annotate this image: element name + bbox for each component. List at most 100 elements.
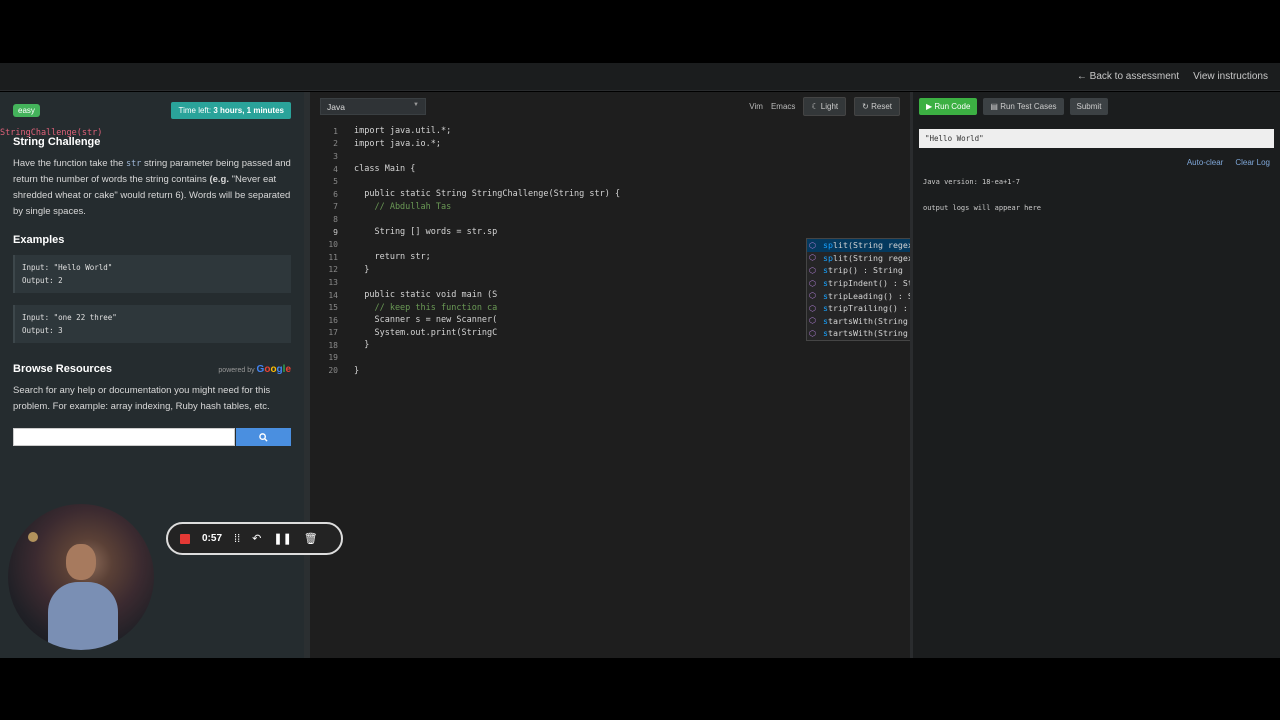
trash-icon[interactable]: 🗑 (304, 532, 318, 545)
code-line[interactable]: 7 // Abdullah Tas (310, 201, 910, 214)
line-number: 9 (333, 227, 338, 237)
code-line[interactable]: 6 public static String StringChallenge(S… (310, 188, 910, 201)
line-number: 18 (328, 340, 338, 350)
grid-icon[interactable]: ⁞⁞ (234, 533, 240, 545)
moon-icon: ☾ (811, 101, 821, 111)
code-line[interactable]: 1 import java.util.*; (310, 125, 910, 138)
reset-button[interactable]: ↻ Reset (854, 96, 900, 116)
line-number: 11 (328, 252, 338, 262)
reset-label: Reset (871, 101, 892, 111)
desc-text: take the (89, 158, 127, 169)
clear-log-button[interactable]: Clear Log (1235, 158, 1270, 167)
run-label: Run Code (934, 102, 971, 111)
line-number: 20 (328, 366, 338, 376)
webcam-avatar (8, 504, 154, 650)
line-source: public static String StringChallenge(Str… (354, 189, 621, 200)
code-line[interactable]: 8 (310, 213, 910, 226)
time-left-badge: Time left: 3 hours, 1 minutes (171, 101, 291, 119)
resource-search-input[interactable] (13, 428, 235, 446)
vim-mode-button[interactable]: Vim (749, 102, 763, 111)
example-input: Input: "Hello World" (22, 263, 113, 272)
example-output: Output: 2 (22, 276, 63, 285)
run-test-cases-button[interactable]: ▤ Run Test Cases (983, 98, 1064, 115)
chevron-down-icon: ▼ (413, 101, 419, 108)
method-icon: ⬡ (809, 291, 816, 301)
code-line[interactable]: 18 } (310, 339, 910, 352)
method-icon: ⬡ (809, 278, 816, 288)
code-line[interactable]: 4 class Main { (310, 163, 910, 176)
line-number: 19 (328, 353, 338, 363)
view-instructions-link[interactable]: View instructions (1193, 71, 1268, 82)
method-icon: ⬡ (809, 240, 816, 250)
recording-toolbar: 0:57 ⁞⁞ ↶ ❚❚ 🗑 (166, 522, 343, 555)
examples-heading: Examples (13, 234, 65, 246)
suggestion-match: sp (823, 240, 833, 251)
line-source: class Main { (354, 164, 416, 175)
code-line[interactable]: 3 (310, 150, 910, 163)
code-line[interactable]: 5 (310, 175, 910, 188)
line-source: Scanner s = new Scanner( (354, 315, 498, 326)
suggestion-match: sp (823, 252, 833, 263)
language-value: Java (327, 101, 345, 112)
method-icon: ⬡ (809, 265, 816, 275)
undo-icon[interactable]: ↶ (252, 532, 261, 545)
code-line[interactable]: 9 String [] words = str.sp (310, 226, 910, 239)
method-icon: ⬡ (809, 303, 816, 313)
stop-recording-button[interactable] (180, 533, 190, 544)
line-number: 13 (328, 277, 338, 287)
line-source: System.out.print(StringC (354, 327, 498, 338)
back-to-assessment-link[interactable]: ← Back to assessment (1077, 71, 1179, 82)
browse-description: Search for any help or documentation you… (13, 385, 271, 412)
example-box: Input: "Hello World" Output: 2 (13, 255, 291, 293)
recording-time: 0:57 (202, 533, 223, 544)
reset-icon: ↻ (862, 101, 872, 111)
pause-icon[interactable]: ❚❚ (273, 532, 291, 545)
line-source: public static void main (S (354, 290, 498, 301)
emacs-mode-button[interactable]: Emacs (771, 102, 795, 111)
top-bar: ← Back to assessment View instructions (0, 63, 1280, 91)
output-panel: ▶ Run Code ▤ Run Test Cases Submit "Hell… (910, 92, 1280, 658)
suggestion-label: trip() : String (828, 265, 903, 276)
browse-resources-heading: Browse Resources (13, 363, 113, 375)
line-number: 12 (328, 265, 338, 275)
line-source: // keep this function ca (354, 302, 498, 313)
google-logo: Google (256, 364, 291, 375)
output-log: Java version: 18-ea+1-7 output logs will… (923, 176, 1280, 215)
line-number: 7 (333, 202, 338, 212)
code-line[interactable]: 2 import java.io.*; (310, 138, 910, 151)
example-box: Input: "one 22 three" Output: 3 (13, 305, 291, 343)
difficulty-badge: easy (13, 103, 40, 117)
challenge-description: Have the function StringChallenge(str) t… (0, 128, 291, 220)
line-number: 2 (333, 139, 338, 149)
code-editor[interactable]: Java ▼ Vim Emacs ☾ Light ↻ Reset 1 import … (310, 92, 1092, 658)
challenge-panel: easy Time left: 3 hours, 1 minutes Strin… (0, 92, 304, 658)
run-code-button[interactable]: ▶ Run Code (919, 98, 978, 115)
java-version-text: Java version: 18-ea+1-7 (923, 178, 1020, 186)
search-button[interactable] (236, 428, 291, 446)
stdin-input[interactable]: "Hello World" (919, 129, 1274, 148)
code-line[interactable]: 19 (310, 352, 910, 365)
line-number: 8 (333, 214, 338, 224)
tests-icon: ▤ (990, 102, 1001, 111)
desc-eg: (e.g. (209, 174, 229, 185)
line-source: // Abdullah Tas (354, 201, 452, 212)
auto-clear-toggle[interactable]: Auto-clear (1187, 158, 1223, 167)
line-number: 17 (328, 328, 338, 338)
light-theme-button[interactable]: ☾ Light (803, 96, 847, 116)
line-number: 1 (333, 126, 338, 136)
line-source: String [] words = str.sp (354, 227, 498, 238)
line-number: 16 (328, 315, 338, 325)
line-number: 5 (333, 177, 338, 187)
example-input: Input: "one 22 three" (22, 313, 117, 322)
line-number: 10 (328, 240, 338, 250)
line-source: return str; (354, 252, 431, 263)
timer-value: 3 hours, 1 minutes (213, 105, 284, 115)
line-number: 15 (328, 303, 338, 313)
line-number: 4 (333, 164, 338, 174)
submit-button[interactable]: Submit (1069, 98, 1109, 115)
example-output: Output: 3 (22, 326, 63, 335)
line-number: 14 (328, 290, 338, 300)
powered-label: powered by (218, 367, 257, 374)
code-line[interactable]: 20} (310, 364, 910, 377)
language-select[interactable]: Java ▼ (320, 97, 426, 115)
